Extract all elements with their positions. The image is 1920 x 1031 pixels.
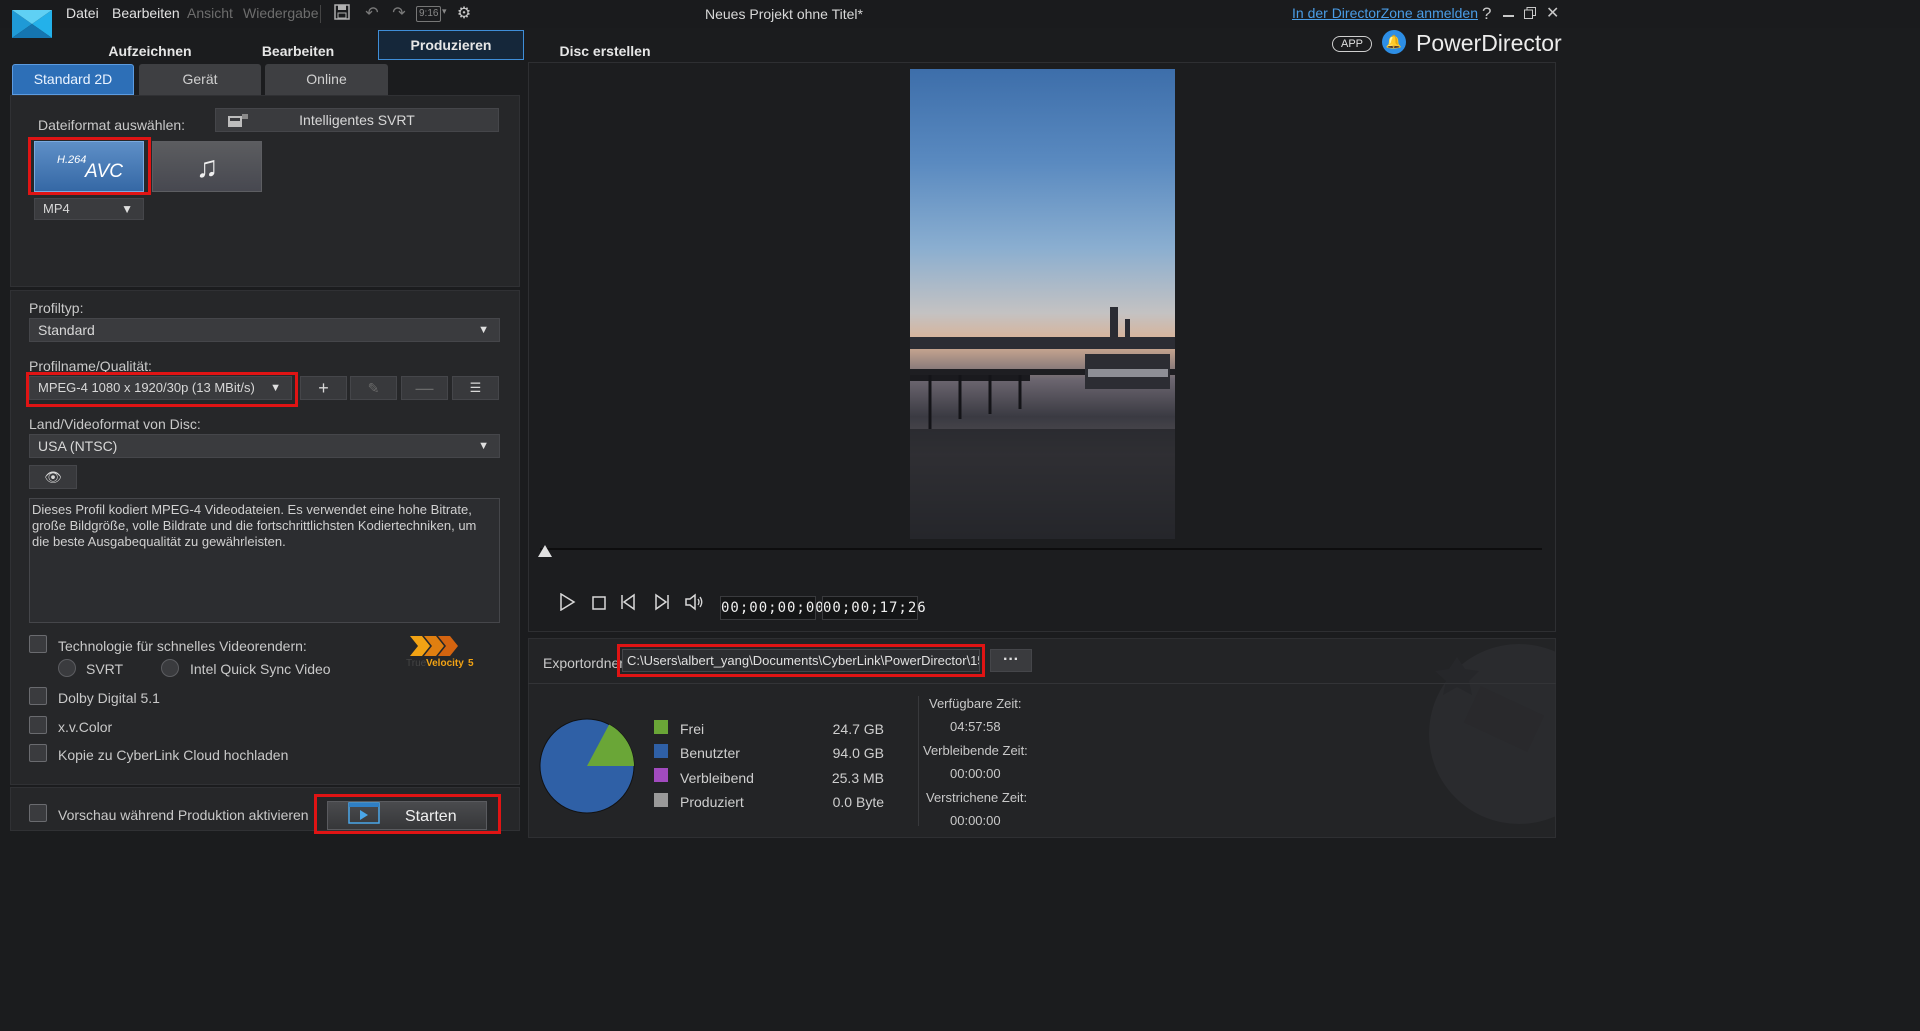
legend-label-verbleibend: Verbleibend xyxy=(680,770,754,786)
next-frame-icon[interactable] xyxy=(648,592,674,618)
elapsed-time-value: 00:00:00 xyxy=(950,813,1001,828)
region-label: Land/Videoformat von Disc: xyxy=(29,416,201,432)
plus-icon: + xyxy=(318,378,329,398)
legend-value-frei: 24.7 GB xyxy=(832,721,884,737)
profile-highlight-box xyxy=(26,372,298,407)
svrt-button[interactable]: Intelligentes SVRT xyxy=(215,108,499,132)
app-badge[interactable]: APP xyxy=(1332,36,1372,52)
chevron-down-icon: ▼ xyxy=(121,202,133,216)
delete-profile-button[interactable]: — xyxy=(401,376,448,400)
preview-eye-button[interactable]: 👁 xyxy=(29,465,77,489)
tab-standard-2d[interactable]: Standard 2D xyxy=(12,64,134,95)
quick-sync-label: Intel Quick Sync Video xyxy=(190,661,331,677)
fast-render-checkbox[interactable] xyxy=(29,635,47,653)
title-bar: Datei Bearbeiten Ansicht Wiedergabe ↶ ↷ … xyxy=(0,0,1920,38)
truevelocity-logo: True Velocity 5 xyxy=(406,634,476,670)
tab-bearbeiten[interactable]: Bearbeiten xyxy=(208,36,388,66)
available-time-label: Verfügbare Zeit: xyxy=(929,696,1022,711)
profile-description: Dieses Profil kodiert MPEG-4 Videodateie… xyxy=(29,498,500,623)
quick-sync-radio[interactable] xyxy=(161,659,179,677)
directorzone-login-link[interactable]: In der DirectorZone anmelden xyxy=(1292,5,1478,21)
preview-during-production-checkbox[interactable] xyxy=(29,804,47,822)
xvcolor-checkbox[interactable] xyxy=(29,716,47,734)
export-folder-label: Exportordner: xyxy=(543,655,628,671)
avc-highlight-box xyxy=(28,137,151,195)
svg-text:True: True xyxy=(406,658,427,669)
notification-bell-icon[interactable]: 🔔 xyxy=(1382,30,1406,54)
cloud-upload-checkbox[interactable] xyxy=(29,744,47,762)
svrt-radio-label: SVRT xyxy=(86,661,124,677)
container-value: MP4 xyxy=(43,201,70,216)
legend-label-frei: Frei xyxy=(680,721,705,737)
tab-online[interactable]: Online xyxy=(265,64,388,95)
volume-icon[interactable] xyxy=(681,592,707,618)
restore-icon[interactable] xyxy=(1524,7,1536,19)
profile-type-label: Profiltyp: xyxy=(29,300,84,316)
legend-value-verbleibend: 25.3 MB xyxy=(831,770,884,786)
divider xyxy=(918,696,919,826)
timeline-scrubber[interactable] xyxy=(540,548,1542,550)
brand-name: PowerDirector xyxy=(1416,30,1562,56)
edit-profile-button[interactable]: ✎ xyxy=(350,376,397,400)
audio-format-button[interactable]: ♫ xyxy=(152,141,262,192)
profile-details-button[interactable]: ☰ xyxy=(452,376,499,400)
profile-type-value: Standard xyxy=(38,322,95,338)
preview-during-production-label: Vorschau während Produktion aktivieren xyxy=(58,807,309,823)
legend-swatch-benutzter xyxy=(654,744,668,758)
remaining-time-label: Verbleibende Zeit: xyxy=(923,743,1028,758)
legend-swatch-produziert xyxy=(654,793,668,807)
profile-type-select[interactable]: Standard ▼ xyxy=(29,318,500,342)
legend-label-produziert: Produziert xyxy=(680,794,744,810)
help-button[interactable]: ? xyxy=(1482,4,1491,24)
minimize-icon[interactable] xyxy=(1503,15,1514,17)
container-select[interactable]: MP4 ▼ xyxy=(34,198,144,220)
disk-usage-pie-chart xyxy=(539,718,635,814)
chevron-down-icon: ▼ xyxy=(478,440,489,452)
legend-value-produziert: 0.0 Byte xyxy=(832,794,884,810)
duration-timecode: 00;00;17;26 xyxy=(822,596,926,620)
elapsed-time-label: Verstrichene Zeit: xyxy=(926,790,1028,805)
fast-render-label: Technologie für schnelles Videorendern: xyxy=(58,638,307,654)
region-select[interactable]: USA (NTSC) ▼ xyxy=(29,434,500,458)
start-highlight-box xyxy=(314,794,501,834)
chevron-down-icon: ▼ xyxy=(478,324,489,336)
eye-icon: 👁 xyxy=(44,469,62,485)
stop-icon[interactable] xyxy=(586,592,612,618)
previous-frame-icon[interactable] xyxy=(616,592,642,618)
close-icon[interactable]: ✕ xyxy=(1546,3,1559,23)
tab-geraet[interactable]: Gerät xyxy=(139,64,261,95)
svrt-radio[interactable] xyxy=(58,659,76,677)
minus-icon: — xyxy=(415,378,434,398)
legend-value-benutzter: 94.0 GB xyxy=(832,745,884,761)
svg-text:5: 5 xyxy=(468,658,474,669)
list-icon: ☰ xyxy=(469,380,482,395)
svrt-icon xyxy=(228,112,248,127)
cloud-upload-label: Kopie zu CyberLink Cloud hochladen xyxy=(58,747,289,763)
remaining-time-value: 00:00:00 xyxy=(950,766,1001,781)
video-preview-frame xyxy=(910,69,1175,539)
dolby-checkbox[interactable] xyxy=(29,687,47,705)
legend-label-benutzter: Benutzter xyxy=(680,745,740,761)
file-format-label: Dateiformat auswählen: xyxy=(38,117,186,133)
region-value: USA (NTSC) xyxy=(38,438,118,454)
current-timecode: 00;00;00;00 xyxy=(720,596,824,620)
svg-text:Velocity: Velocity xyxy=(426,658,464,669)
decorative-film-watermark xyxy=(1429,644,1555,824)
available-time-value: 04:57:58 xyxy=(950,719,1001,734)
legend-swatch-verbleibend xyxy=(654,768,668,782)
divider xyxy=(528,683,1556,684)
pencil-icon: ✎ xyxy=(367,380,380,396)
play-icon[interactable] xyxy=(554,592,580,618)
export-path-highlight-box xyxy=(617,644,985,677)
browse-folder-button[interactable]: ··· xyxy=(990,649,1032,672)
music-notes-icon: ♫ xyxy=(195,151,219,184)
legend-swatch-frei xyxy=(654,720,668,734)
add-profile-button[interactable]: + xyxy=(300,376,347,400)
playhead-handle[interactable] xyxy=(538,545,552,557)
xvcolor-label: x.v.Color xyxy=(58,719,113,735)
dolby-label: Dolby Digital 5.1 xyxy=(58,690,160,706)
svrt-label: Intelligentes SVRT xyxy=(299,112,415,128)
tab-produzieren[interactable]: Produzieren xyxy=(378,30,524,60)
